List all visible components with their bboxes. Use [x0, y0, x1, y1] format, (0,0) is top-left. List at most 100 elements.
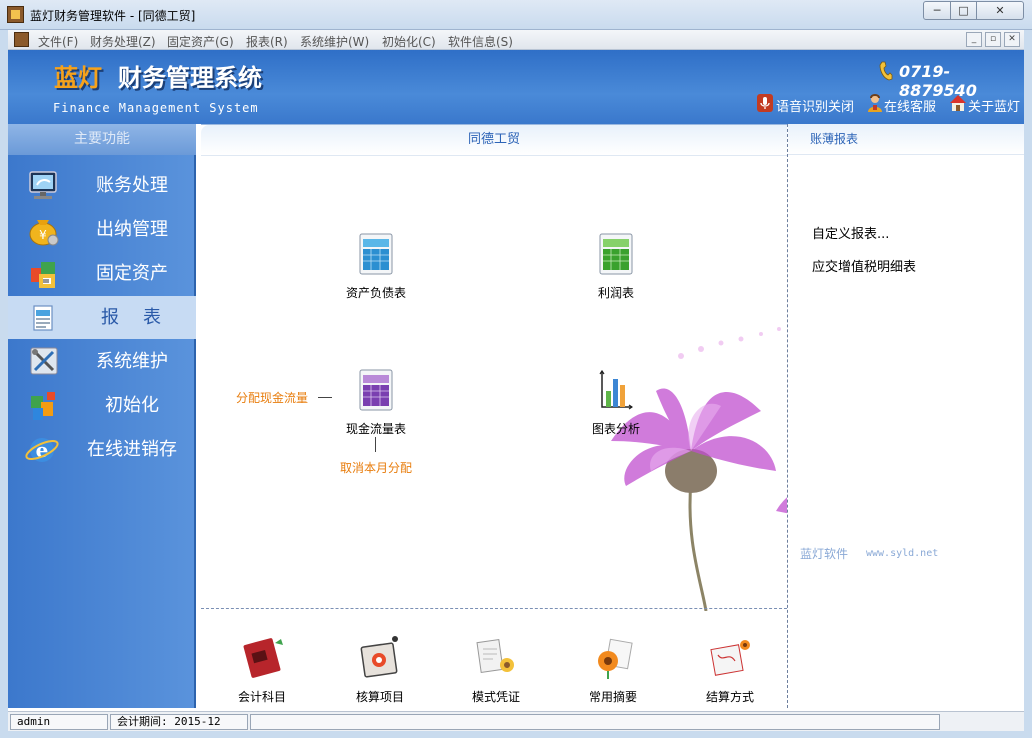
- sidebar-label: 出纳管理: [96, 219, 168, 240]
- voucher-template-shortcut[interactable]: 模式凭证: [451, 633, 541, 705]
- sidebar-label: 报表: [101, 307, 185, 328]
- right-panel: 账薄报表 自定义报表... 应交增值税明细表 蓝灯软件 www.syld.net: [787, 124, 1024, 708]
- ledger-reports-heading: 账薄报表: [788, 124, 1024, 155]
- report-label: 现金流量表: [345, 422, 406, 436]
- menu-bar: 文件(F) 财务处理(Z) 固定资产(G) 报表(R) 系统维护(W) 初始化(…: [8, 30, 1024, 50]
- window-title: 蓝灯财务管理软件 - [同德工贸]: [30, 9, 196, 23]
- bar-chart-icon: [599, 369, 634, 410]
- status-bar: admin 会计期间: 2015-12: [8, 711, 1024, 731]
- svg-text:¥: ¥: [39, 228, 47, 242]
- window-frame-right: [1024, 30, 1032, 731]
- brand-subtitle: Finance Management System: [53, 101, 259, 115]
- sidebar-item-online-inventory[interactable]: e 在线进销存: [8, 428, 196, 471]
- cashflow-sheet-icon: [359, 369, 393, 411]
- menu-software-info[interactable]: 软件信息(S): [448, 33, 513, 50]
- accounting-items-shortcut[interactable]: 核算项目: [335, 633, 425, 705]
- shortcut-label: 模式凭证: [471, 690, 520, 704]
- custom-report-link[interactable]: 自定义报表...: [812, 223, 889, 242]
- window-frame-bottom: [0, 731, 1032, 738]
- accounting-items-icon: [360, 636, 398, 678]
- sidebar-label: 在线进销存: [87, 439, 177, 460]
- phone-icon: [879, 61, 893, 81]
- browser-e-icon: e: [25, 438, 59, 462]
- title-bar: 蓝灯财务管理软件 - [同德工贸] ─ □ ✕: [0, 0, 1032, 30]
- status-user: admin: [10, 714, 108, 730]
- settlement-icon: [710, 640, 750, 676]
- menu-fixed-assets[interactable]: 固定资产(G): [167, 33, 234, 50]
- sidebar: 主要功能 账务处理 ¥ 出纳管理 固定资产 报表 系统维护 初始化 e 在线进销…: [8, 124, 196, 708]
- status-empty: [250, 714, 940, 730]
- sidebar-item-fixed-assets[interactable]: 固定资产: [8, 252, 196, 295]
- sidebar-label: 初始化: [105, 395, 159, 416]
- mdi-child-icon[interactable]: [14, 32, 29, 47]
- voice-recognition-toggle[interactable]: 语音识别关闭: [776, 96, 854, 115]
- company-heading: 同德工贸: [201, 125, 787, 156]
- chart-of-accounts-shortcut[interactable]: 会计科目: [217, 633, 307, 705]
- report-label: 图表分析: [591, 422, 640, 436]
- profit-report[interactable]: 利润表: [571, 233, 661, 301]
- app-logo-icon: [7, 6, 24, 23]
- sidebar-label: 账务处理: [96, 175, 168, 196]
- vendor-watermark: 蓝灯软件: [800, 547, 849, 561]
- sidebar-label: 系统维护: [96, 351, 168, 372]
- brand-title: 财务管理系统: [118, 64, 262, 92]
- mdi-restore-button[interactable]: ▫: [985, 32, 1001, 47]
- vat-detail-report-link[interactable]: 应交增值税明细表: [812, 256, 916, 275]
- monitor-icon: [29, 171, 57, 199]
- cancel-allocation-link[interactable]: 取消本月分配: [340, 459, 412, 476]
- vendor-url: www.syld.net: [866, 548, 939, 559]
- mdi-minimize-button[interactable]: _: [966, 32, 982, 47]
- sidebar-label: 固定资产: [96, 263, 168, 284]
- mdi-close-button[interactable]: ✕: [1004, 32, 1020, 47]
- profit-sheet-icon: [599, 233, 633, 275]
- voucher-template-icon: [476, 639, 514, 673]
- sidebar-item-cashier[interactable]: ¥ 出纳管理: [8, 208, 196, 251]
- minimize-button[interactable]: ─: [923, 1, 951, 20]
- connector-line: [375, 437, 376, 452]
- shortcut-label: 核算项目: [355, 690, 404, 704]
- about-link[interactable]: 关于蓝灯: [968, 96, 1020, 115]
- microphone-icon: [757, 94, 773, 112]
- report-sheet-icon: [33, 305, 53, 331]
- main-divider: [201, 608, 787, 609]
- menu-initialize[interactable]: 初始化(C): [382, 33, 436, 50]
- menu-reports[interactable]: 报表(R): [246, 33, 288, 50]
- customer-service-icon: [868, 94, 882, 112]
- cashflow-report[interactable]: 现金流量表: [331, 369, 421, 437]
- connector-line: [318, 397, 332, 398]
- status-period: 会计期间: 2015-12: [110, 714, 248, 730]
- menu-file[interactable]: 文件(F): [38, 33, 78, 50]
- chart-analysis[interactable]: 图表分析: [571, 369, 661, 437]
- balance-sheet-report[interactable]: 资产负债表: [331, 233, 421, 301]
- shortcut-label: 结算方式: [705, 690, 754, 704]
- report-label: 利润表: [597, 286, 634, 300]
- init-cubes-icon: [31, 392, 55, 420]
- sidebar-item-maintenance[interactable]: 系统维护: [8, 340, 196, 383]
- shortcut-label: 会计科目: [237, 690, 286, 704]
- settlement-method-shortcut[interactable]: 结算方式: [685, 633, 775, 705]
- online-service-link[interactable]: 在线客服: [884, 96, 936, 115]
- close-button[interactable]: ✕: [976, 1, 1024, 20]
- summary-flower-icon: [598, 638, 633, 679]
- sidebar-item-initialize[interactable]: 初始化: [8, 384, 196, 427]
- sidebar-item-reports[interactable]: 报表: [8, 296, 196, 339]
- main-panel: 同德工贸 资产负债表 利润表 现金流量表 图表分析 分配现金流量 取消本月分配 …: [201, 124, 916, 708]
- money-bag-icon: ¥: [29, 220, 59, 246]
- menu-maintenance[interactable]: 系统维护(W): [300, 33, 369, 50]
- maximize-button[interactable]: □: [950, 1, 977, 20]
- allocate-cashflow-link[interactable]: 分配现金流量: [236, 389, 308, 406]
- shortcut-label: 常用摘要: [588, 690, 637, 704]
- home-icon: [950, 95, 966, 111]
- header-banner: 蓝灯 财务管理系统 Finance Management System 0719…: [8, 50, 1024, 124]
- tools-icon: [30, 347, 58, 375]
- brand-name: 蓝灯: [54, 64, 102, 92]
- report-label: 资产负债表: [345, 286, 406, 300]
- ledger-book-icon: [243, 638, 283, 678]
- menu-accounting[interactable]: 财务处理(Z): [90, 33, 156, 50]
- sidebar-item-accounting[interactable]: 账务处理: [8, 164, 196, 207]
- balance-sheet-icon: [359, 233, 393, 275]
- sidebar-heading: 主要功能: [8, 124, 196, 155]
- window-frame-left: [0, 30, 8, 731]
- common-summary-shortcut[interactable]: 常用摘要: [568, 633, 658, 705]
- asset-boxes-icon: [31, 262, 55, 288]
